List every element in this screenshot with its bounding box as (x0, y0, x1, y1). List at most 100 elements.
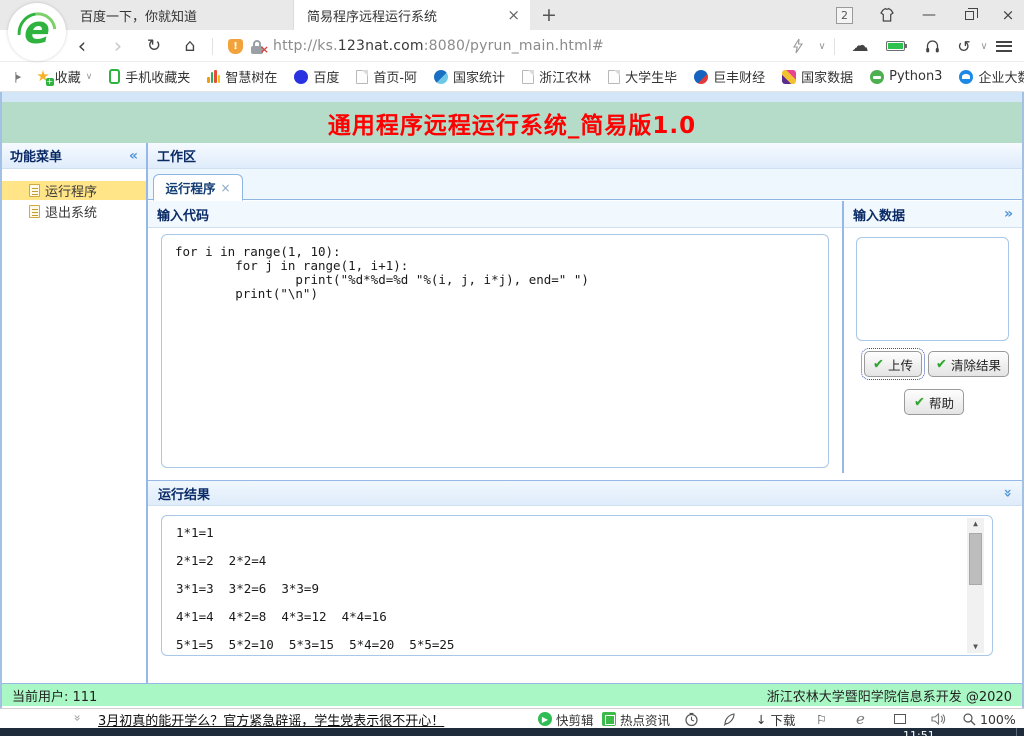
bookmark-zafu[interactable]: 浙江农林 (522, 67, 591, 86)
battery-saver-button[interactable] (886, 41, 905, 51)
help-button[interactable]: ✔ 帮助 (904, 389, 964, 415)
mute-button[interactable] (930, 709, 946, 729)
news-ticker-link[interactable]: 3月初真的能开学么？官方紧急辟谣，学生党表示很不开心！ (98, 710, 444, 729)
result-scrollbar[interactable]: ▲ ▼ (967, 518, 984, 653)
bookmark-python3[interactable]: Python3 (870, 69, 942, 84)
result-output[interactable]: 1*1=1 2*1=2 2*2=4 3*1=3 3*2=6 3*3=9 4*1=… (161, 515, 993, 656)
bookmark-zhihuishu[interactable]: 智慧树在 (207, 67, 277, 86)
sidebar: 功能菜单 « 运行程序 退出系统 (2, 143, 148, 683)
tab-count-badge[interactable]: 2 (836, 7, 853, 24)
chevron-down-icon: ∨ (86, 72, 93, 82)
tshirt-icon (878, 7, 896, 23)
ie-icon: e (856, 710, 865, 728)
cloud-sync-button[interactable]: ☁ (848, 30, 872, 62)
new-tab-button[interactable]: + (538, 4, 560, 26)
bookmark-homepage[interactable]: 首页-阿 (356, 67, 417, 86)
flag-icon: ⚐ (816, 712, 827, 727)
stats-icon (434, 70, 448, 84)
data-input[interactable] (856, 237, 1009, 341)
bookmark-favorites[interactable]: ★+ 收藏 ∨ (36, 67, 92, 86)
url-domain: 123nat.com (338, 38, 424, 54)
restore-icon (965, 11, 974, 20)
download-tool[interactable]: ↓ 下载 (756, 709, 796, 729)
tab-close-icon[interactable]: × (507, 6, 520, 24)
insecure-lock-icon[interactable]: × (250, 39, 266, 54)
report-flag-button[interactable]: ⚐ (816, 709, 827, 729)
credit-label: 浙江农林大学暨阳学院信息系开发 @2020 (767, 686, 1012, 705)
news-expand-icon[interactable]: » (71, 714, 85, 721)
refresh-button[interactable]: ↻ (142, 30, 166, 62)
bookmark-baidu[interactable]: 百度 (294, 67, 339, 86)
bookmark-enterprise-data[interactable]: 企业大数 (959, 67, 1024, 86)
pin-icon: |▸ (14, 70, 19, 83)
jufeng-icon (694, 70, 708, 84)
tab-baidu[interactable]: 百度一下，你就知道 (66, 0, 294, 30)
quick-clip-tool[interactable]: ▶ 快剪辑 (538, 709, 594, 729)
bookmark-jufeng[interactable]: 巨丰财经 (694, 67, 765, 86)
url-text[interactable]: http://ks.123nat.com:8080/pyrun_main.htm… (273, 38, 604, 54)
address-bar[interactable]: ! × http://ks.123nat.com:8080/pyrun_main… (228, 30, 604, 62)
result-text: 1*1=1 2*1=2 2*2=4 3*1=3 3*2=6 3*3=9 4*1=… (176, 525, 454, 652)
proxy-rocket-button[interactable] (722, 709, 737, 729)
split-window-button[interactable] (894, 709, 906, 729)
bookmark-graduate[interactable]: 大学生毕 (608, 67, 677, 86)
page-title: 通用程序远程运行系统_简易版1.0 (328, 106, 696, 140)
main-menu-button[interactable] (992, 30, 1016, 62)
bookmark-phone-favorites[interactable]: 手机收藏夹 (109, 67, 190, 86)
sidebar-item-exit-system[interactable]: 退出系统 (2, 202, 146, 221)
tab-active-pyrun[interactable]: 简易程序远程运行系统 × (294, 0, 530, 30)
check-icon: ✔ (873, 357, 884, 372)
ie-mode-button[interactable]: e (856, 709, 865, 729)
speaker-icon (930, 712, 946, 726)
tab-close-icon[interactable]: × (220, 181, 230, 195)
theme-skin-button[interactable] (874, 5, 900, 25)
window-icon (894, 714, 906, 724)
taskbar-clock[interactable]: 11:51 (903, 729, 935, 736)
collapse-down-icon[interactable]: » (1000, 488, 1014, 497)
bookmarks-bar: |▸ ★+ 收藏 ∨ 手机收藏夹 智慧树在 百度 首页-阿 国家统计 浙江农林 (0, 62, 1024, 92)
home-button[interactable]: ⌂ (178, 30, 202, 62)
back-button[interactable]: ‹ (70, 30, 94, 62)
browser-tab-bar: e 百度一下，你就知道 简易程序远程运行系统 × + 2 — × (0, 0, 1024, 30)
document-icon (29, 205, 40, 218)
bookmark-sidebar-toggle[interactable]: |▸ (14, 70, 19, 83)
collapse-panel-icon[interactable]: » (1004, 207, 1013, 221)
clear-results-button[interactable]: ✔ 清除结果 (928, 351, 1009, 377)
windows-taskbar[interactable]: 11:51 (0, 728, 1024, 736)
phone-icon (109, 69, 120, 84)
page-status-bar: 当前用户: 111 浙江农林大学暨阳学院信息系开发 @2020 (2, 683, 1022, 706)
hamburger-icon (996, 41, 1012, 52)
security-shield-icon[interactable]: ! (228, 39, 243, 54)
zoom-control[interactable]: 100% (962, 709, 1016, 729)
check-icon: ✔ (936, 357, 947, 372)
code-input[interactable]: for i in range(1, 10): for j in range(1,… (161, 234, 829, 468)
sidebar-item-run-program[interactable]: 运行程序 (2, 181, 146, 200)
upload-button[interactable]: ✔ 上传 (864, 351, 922, 377)
reading-mode-icon[interactable] (786, 30, 810, 62)
audio-headset-button[interactable] (920, 30, 944, 62)
window-close-button[interactable]: × (995, 5, 1021, 25)
show-desktop-divider (1016, 728, 1017, 736)
collapse-sidebar-icon[interactable]: « (129, 149, 138, 163)
forward-button[interactable]: › (106, 30, 130, 62)
sidebar-menu: 运行程序 退出系统 (2, 169, 146, 221)
bookmark-stats-bureau[interactable]: 国家统计 (434, 67, 505, 86)
scroll-down-icon[interactable]: ▼ (973, 643, 978, 651)
hot-news-tool[interactable]: 热点资讯 (602, 709, 670, 729)
bookmark-national-data[interactable]: 国家数据 (782, 67, 853, 86)
download-icon: ↓ (756, 712, 766, 727)
address-dropdown-caret[interactable]: ∨ (810, 30, 834, 62)
page-icon (608, 70, 620, 84)
data-cube-icon (782, 70, 796, 84)
enterprise-icon (959, 70, 973, 84)
restore-button[interactable] (956, 5, 982, 25)
browser-logo-menu[interactable]: e (8, 3, 66, 61)
result-panel-header: 运行结果 » (148, 480, 1022, 506)
workspace: 工作区 运行程序 × 输入代码 for i in range(1, 10): f… (148, 143, 1022, 683)
scrollbar-thumb[interactable] (969, 533, 982, 585)
game-center-button[interactable] (684, 709, 699, 729)
scroll-up-icon[interactable]: ▲ (973, 520, 978, 528)
tab-run-program[interactable]: 运行程序 × (153, 174, 243, 201)
workspace-header: 工作区 (148, 143, 1022, 169)
minimize-button[interactable]: — (916, 5, 942, 25)
